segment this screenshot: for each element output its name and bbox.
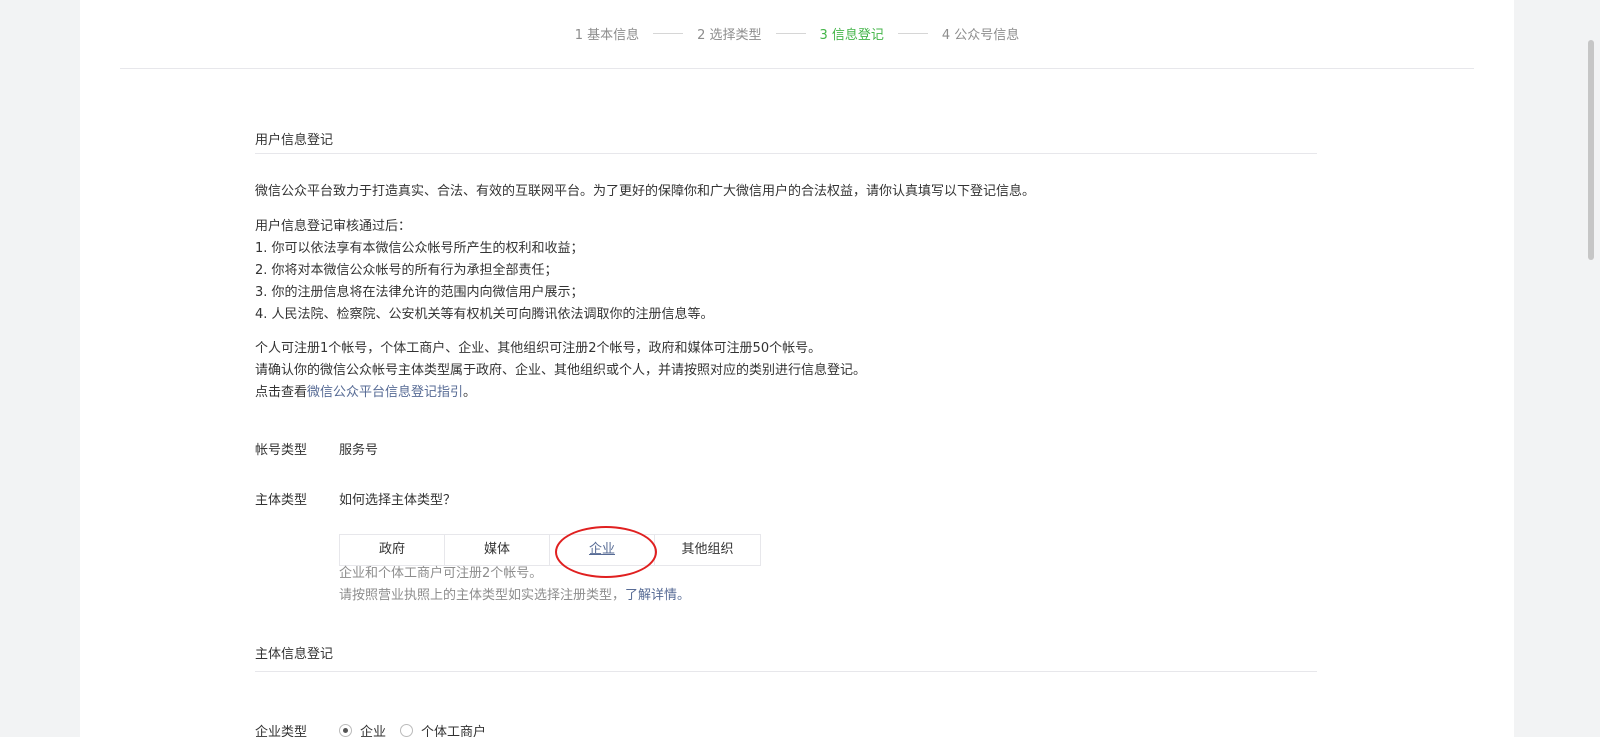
rights-item: 2. 你将对本微信公众帐号的所有行为承担全部责任； (255, 263, 558, 278)
radio-unchecked-icon[interactable] (400, 724, 414, 737)
subject-type-other-org[interactable]: 其他组织 (655, 535, 760, 565)
radio-label: 个体工商户 (421, 725, 487, 737)
guide-link[interactable]: 微信公众平台信息登记指引 (307, 385, 463, 400)
subject-type-hint-2: 请按照营业执照上的主体类型如实选择注册类型，了解详情。 (339, 585, 690, 607)
subject-type-enterprise[interactable]: 企业 (550, 535, 655, 565)
step-separator (653, 33, 684, 34)
radio-label: 企业 (360, 725, 387, 737)
page-scrollbar[interactable] (1588, 40, 1594, 260)
radio-checked-icon[interactable] (339, 724, 352, 737)
rights-list: 用户信息登记审核通过后： 1. 你可以依法享有本微信公众帐号所产生的权利和收益；… (255, 216, 1317, 326)
subject-type-help-link[interactable]: 如何选择主体类型？ (339, 489, 456, 508)
steps-divider (120, 68, 1474, 69)
rights-item: 1. 你可以依法享有本微信公众帐号所产生的权利和收益； (255, 241, 584, 256)
radio-individual-business[interactable]: 个体工商户 (400, 721, 486, 737)
subject-type-hint: 企业和个体工商户可注册2个帐号。 (339, 566, 543, 581)
guide-prefix: 点击查看 (255, 385, 308, 400)
step-account-info: 4 公众号信息 (941, 28, 1020, 43)
account-type-label: 帐号类型 (255, 443, 308, 458)
page-card: 1 基本信息 2 选择类型 3 信息登记 4 公众号信息 用户信息登记 微信公众… (80, 0, 1514, 737)
guide-line: 点击查看微信公众平台信息登记指引。 (255, 382, 1317, 404)
step-indicator: 1 基本信息 2 选择类型 3 信息登记 4 公众号信息 (80, 24, 1514, 43)
section-title-user-info: 用户信息登记 (255, 133, 334, 148)
step-select-type: 2 选择类型 (697, 28, 762, 43)
learn-more-link[interactable]: 了解详情。 (625, 588, 690, 603)
hint-text: 请按照营业执照上的主体类型如实选择注册类型， (339, 588, 626, 603)
intro-text: 微信公众平台致力于打造真实、合法、有效的互联网平台。为了更好的保障你和广大微信用… (255, 184, 1036, 199)
subject-type-government[interactable]: 政府 (340, 535, 445, 565)
subject-type-media[interactable]: 媒体 (445, 535, 550, 565)
rights-item: 3. 你的注册信息将在法律允许的范围内向微信用户展示； (255, 285, 584, 300)
step-separator (775, 33, 806, 34)
confirm-type-text: 请确认你的微信公众帐号主体类型属于政府、企业、其他组织或个人，并请按照对应的类别… (255, 363, 867, 378)
enterprise-type-radio-group: 企业 个体工商户 (339, 721, 500, 737)
step-basic-info: 1 基本信息 (574, 28, 640, 43)
section-divider (255, 153, 1317, 154)
enterprise-type-label: 企业类型 (255, 725, 308, 737)
subject-type-label: 主体类型 (255, 493, 308, 508)
rights-title: 用户信息登记审核通过后： (255, 219, 412, 234)
rights-item: 4. 人民法院、检察院、公安机关等有权机关可向腾讯依法调取你的注册信息等。 (255, 307, 714, 322)
account-type-value: 服务号 (339, 443, 379, 458)
section-title-subject-info: 主体信息登记 (255, 647, 334, 662)
section-divider (255, 671, 1317, 672)
step-info-registration: 3 信息登记 (819, 28, 884, 43)
account-limit-text: 个人可注册1个帐号，个体工商户、企业、其他组织可注册2个帐号，政府和媒体可注册5… (255, 341, 822, 356)
guide-suffix: 。 (463, 385, 477, 400)
step-separator (897, 33, 928, 34)
account-limit-block: 个人可注册1个帐号，个体工商户、企业、其他组织可注册2个帐号，政府和媒体可注册5… (255, 338, 1317, 404)
radio-enterprise[interactable]: 企业 (339, 721, 386, 737)
subject-type-selector: 政府 媒体 企业 其他组织 (339, 534, 761, 566)
